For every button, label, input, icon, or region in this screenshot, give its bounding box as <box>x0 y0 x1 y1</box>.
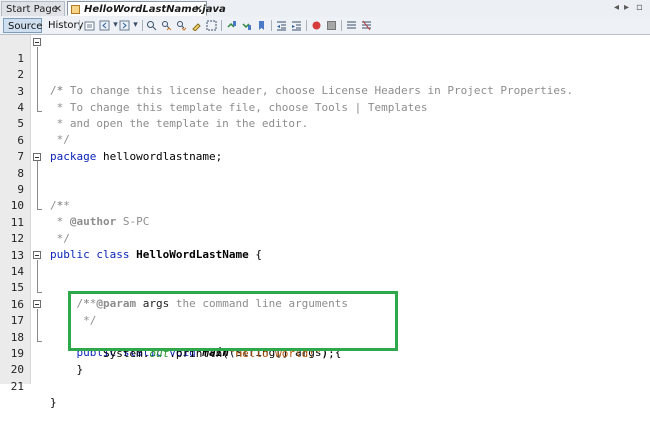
line-number: 21 <box>10 380 24 393</box>
find-previous-icon[interactable] <box>161 20 172 31</box>
toggle-bookmark-icon[interactable] <box>256 20 267 31</box>
toolbar-separator <box>306 20 307 31</box>
code-line: 9 * <box>0 166 650 212</box>
shift-left-icon[interactable] <box>276 20 287 31</box>
tab-label: HelloWordLastName.java <box>84 4 226 15</box>
chevron-down-icon[interactable]: ▾ <box>130 20 141 31</box>
fold-toggle-icon[interactable] <box>33 251 41 259</box>
code-line: 6 package hellowordlastname; <box>0 117 650 163</box>
toolbar-separator <box>271 20 272 31</box>
java-file-icon <box>71 5 80 14</box>
code-line: 12 public class HelloWordLastName { <box>0 215 650 261</box>
code-line: 8 /** <box>0 150 650 212</box>
code-line: 11 */ <box>0 199 650 245</box>
next-bookmark-icon[interactable] <box>241 20 252 31</box>
fold-toggle-icon[interactable] <box>33 153 41 161</box>
code-editor[interactable]: 1 /* 2 * To change this license header, … <box>0 35 650 409</box>
find-next-icon[interactable] <box>176 20 187 31</box>
forward-icon[interactable] <box>119 20 130 31</box>
tab-hellowordlastname-java[interactable]: HelloWordLastName.java ✕ <box>67 1 226 17</box>
source-button[interactable]: Source <box>3 18 42 33</box>
shift-right-icon[interactable] <box>291 20 302 31</box>
scroll-left-icon[interactable]: ◂ <box>614 2 619 13</box>
uncomment-icon[interactable] <box>361 20 372 31</box>
toolbar-separator <box>341 20 342 31</box>
close-icon[interactable]: ✕ <box>195 2 203 17</box>
fold-toggle-icon[interactable] <box>33 300 41 308</box>
code-line: 5 */ <box>0 100 650 146</box>
history-button[interactable]: History <box>44 18 84 33</box>
editor-tab-bar: Start Page ✕ HelloWordLastName.java ✕ ◂ … <box>0 0 650 18</box>
code-line: 15 * @param args the command line argume… <box>0 264 650 310</box>
back-icon[interactable] <box>99 20 110 31</box>
code-line: 10 * @author S-PC <box>0 182 650 228</box>
maximize-icon[interactable]: ▫ <box>636 2 643 13</box>
scroll-right-icon[interactable]: ▸ <box>624 2 629 13</box>
stop-macro-icon[interactable] <box>326 20 337 31</box>
code-line: 21 } <box>0 363 650 409</box>
code-line: 2 * To change this license header, choos… <box>0 51 650 97</box>
code-line: 1 /* <box>0 35 650 97</box>
code-line: 3 * To change this template file, choose… <box>0 68 650 114</box>
toggle-highlight-icon[interactable] <box>191 20 202 31</box>
code-line: 4 * and open the template in the editor. <box>0 84 650 130</box>
code-text: } <box>50 396 57 409</box>
highlight-box <box>68 291 398 351</box>
tab-start-page[interactable]: Start Page ✕ <box>1 1 65 16</box>
editor-toolbar: Source History ▾ ▾ <box>0 17 650 35</box>
code-line: 14 /** <box>0 248 650 310</box>
toolbar-separator <box>79 20 80 31</box>
start-macro-icon[interactable] <box>311 20 322 31</box>
last-edit-icon[interactable] <box>84 20 95 31</box>
find-selection-icon[interactable] <box>146 20 157 31</box>
fold-toggle-icon[interactable] <box>33 38 41 46</box>
close-icon[interactable]: ✕ <box>54 2 62 17</box>
toolbar-separator <box>221 20 222 31</box>
tab-label: Start Page <box>6 4 58 15</box>
rectangular-selection-icon[interactable] <box>206 20 217 31</box>
toolbar-separator <box>142 20 143 31</box>
code-line: 13 <box>0 232 650 262</box>
code-line: 7 <box>0 133 650 163</box>
comment-icon[interactable] <box>346 20 357 31</box>
previous-bookmark-icon[interactable] <box>226 20 237 31</box>
